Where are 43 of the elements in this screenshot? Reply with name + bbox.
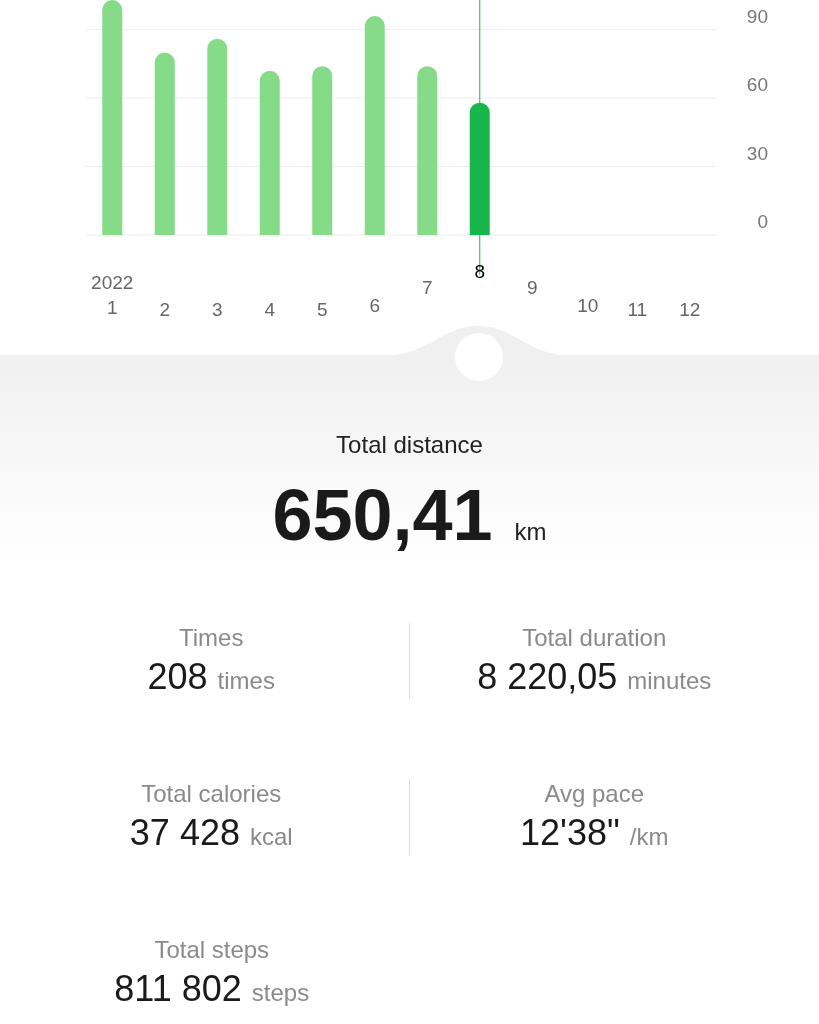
bar[interactable] bbox=[259, 70, 280, 235]
stat-value: 8 220,05 bbox=[477, 655, 618, 699]
month-label[interactable]: 1 bbox=[106, 296, 118, 320]
axis-tick-label: 90 bbox=[746, 5, 768, 27]
month-label[interactable]: 11 bbox=[627, 298, 648, 322]
year-label: 2022 bbox=[91, 271, 134, 295]
stat-label: Total steps bbox=[154, 935, 270, 965]
total-value: 650,41 bbox=[272, 479, 493, 551]
stat-value: 208 bbox=[147, 655, 208, 699]
stat-label: Total calories bbox=[141, 779, 282, 809]
month-label[interactable]: 5 bbox=[316, 298, 328, 322]
total-unit: km bbox=[514, 517, 547, 547]
stat-label: Avg pace bbox=[544, 779, 645, 809]
month-label[interactable]: 10 bbox=[577, 294, 599, 318]
stat-unit: steps bbox=[251, 978, 310, 1008]
month-label[interactable]: 2 bbox=[159, 298, 171, 322]
stat-unit: minutes bbox=[627, 666, 712, 696]
bar[interactable] bbox=[417, 66, 438, 235]
bar[interactable] bbox=[102, 0, 123, 235]
stat-value: 37 428 bbox=[129, 811, 240, 855]
month-label[interactable]: 3 bbox=[211, 298, 223, 322]
stat-unit: kcal bbox=[249, 822, 293, 852]
axis-tick-label: 60 bbox=[746, 74, 768, 96]
stat-label: Total duration bbox=[522, 623, 667, 653]
stat-unit: times bbox=[217, 666, 275, 696]
stat-unit: /km bbox=[629, 822, 669, 852]
month-label[interactable]: 9 bbox=[526, 276, 538, 300]
bar[interactable] bbox=[469, 102, 490, 235]
stat-label: Times bbox=[179, 623, 244, 653]
stat-value: 811 802 bbox=[114, 967, 242, 1011]
axis-tick-label: 0 bbox=[757, 211, 768, 232]
total-label: Total distance bbox=[336, 430, 483, 460]
month-label[interactable]: 8 bbox=[474, 260, 486, 284]
month-label[interactable]: 7 bbox=[421, 276, 433, 300]
axis-tick-label: 30 bbox=[746, 142, 768, 164]
bar[interactable] bbox=[364, 16, 385, 235]
bar[interactable] bbox=[207, 38, 228, 235]
month-label[interactable]: 4 bbox=[264, 298, 276, 322]
month-label[interactable]: 6 bbox=[369, 294, 381, 318]
bar[interactable] bbox=[154, 52, 175, 235]
bar[interactable] bbox=[312, 66, 333, 235]
month-label[interactable]: 12 bbox=[679, 298, 701, 322]
stat-value: 12'38" bbox=[520, 811, 620, 855]
